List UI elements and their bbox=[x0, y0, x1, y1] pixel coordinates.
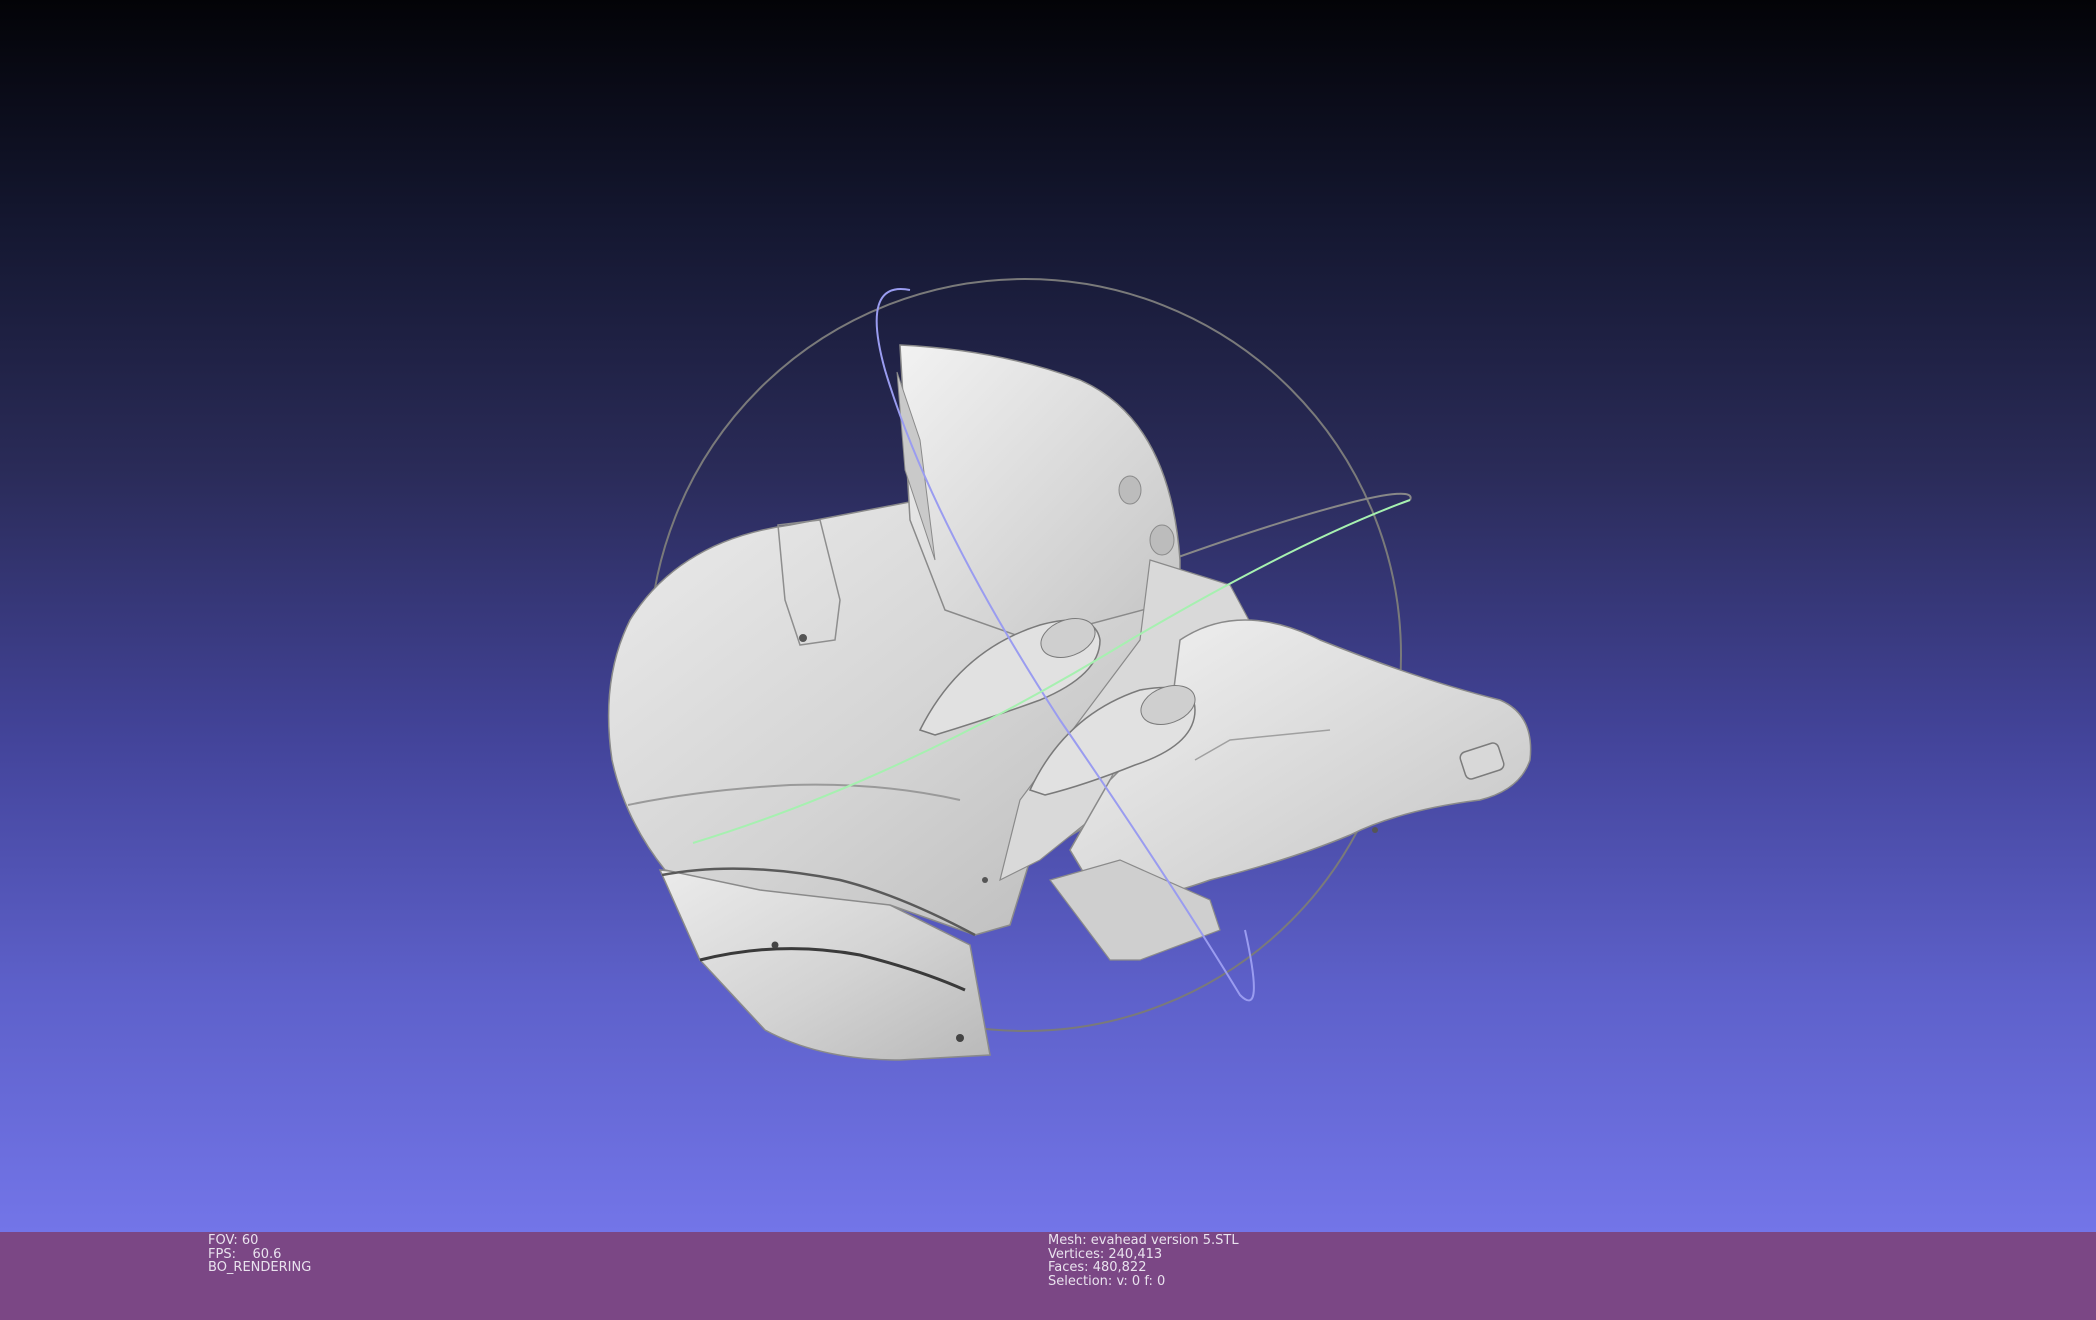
rivet bbox=[799, 634, 807, 642]
vertices-row: Vertices: 240,413 bbox=[1048, 1247, 1239, 1262]
trackball-back-arc[interactable] bbox=[1169, 492, 1412, 561]
rivet bbox=[1372, 827, 1378, 833]
meshlab-window: FOV: 60 FPS: 60.6 BO_RENDERING Mesh: eva… bbox=[0, 0, 2096, 1320]
rivet bbox=[771, 941, 779, 949]
selection-label: Selection: bbox=[1048, 1273, 1113, 1289]
selection-value: v: 0 f: 0 bbox=[1116, 1273, 1166, 1289]
rivet bbox=[982, 877, 988, 883]
rivet bbox=[956, 1034, 964, 1042]
3d-viewport[interactable] bbox=[0, 0, 2096, 1232]
viewport-canvas[interactable] bbox=[0, 0, 2096, 1232]
mesh-info-panel: Mesh: evahead version 5.STL Vertices: 24… bbox=[1048, 1234, 1239, 1288]
selection-row: Selection: v: 0 f: 0 bbox=[1048, 1273, 1239, 1289]
render-mode: BO_RENDERING bbox=[208, 1260, 312, 1275]
faces-row: Faces: 480,822 bbox=[1048, 1261, 1239, 1275]
fps-row: FPS: 60.6 bbox=[208, 1247, 311, 1262]
fov-row: FOV: 60 bbox=[208, 1234, 311, 1248]
mesh-row: Mesh: evahead version 5.STL bbox=[1048, 1234, 1239, 1248]
ear-hole-2 bbox=[1149, 524, 1175, 556]
mesh-model[interactable] bbox=[607, 344, 1532, 1061]
render-info-panel: FOV: 60 FPS: 60.6 BO_RENDERING bbox=[208, 1234, 311, 1275]
ear-hole-1 bbox=[1118, 475, 1142, 505]
